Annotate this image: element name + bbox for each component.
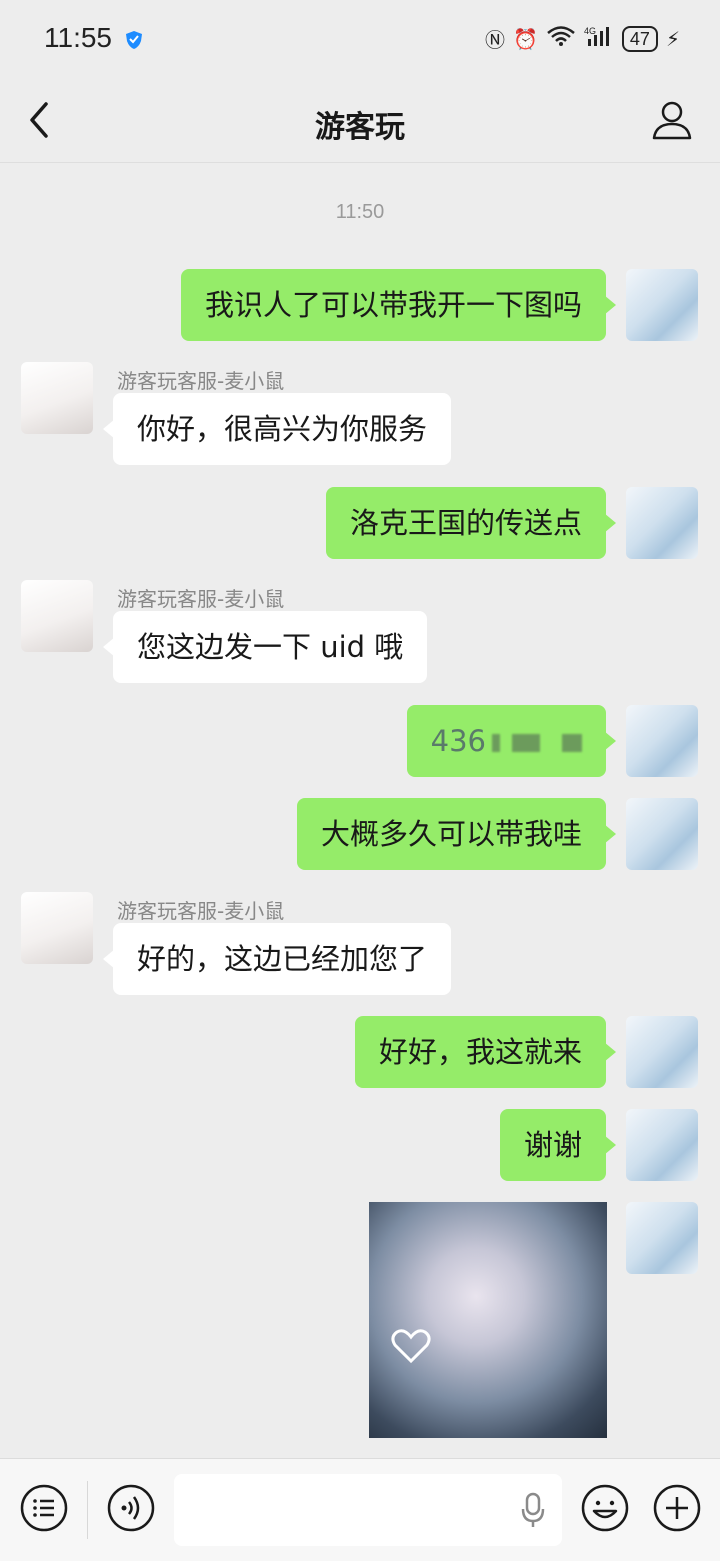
signal-icon: 4G [584, 25, 614, 52]
input-bar [0, 1458, 720, 1561]
message-bubble-sent[interactable]: 好好，我这就来 [354, 1016, 617, 1088]
uid-text: 436 [430, 724, 486, 758]
list-icon[interactable] [19, 1483, 69, 1533]
nfc-icon: Ⓝ [485, 28, 506, 52]
heart-icon [391, 1329, 431, 1364]
message-list[interactable]: 11:50 我识人了可以带我开一下图吗 游客玩客服-麦小鼠 你好，很高兴为你服务… [0, 163, 720, 1457]
message-timestamp: 11:50 [335, 201, 385, 223]
svg-text:4G: 4G [584, 26, 596, 36]
message-bubble-received[interactable]: 你好，很高兴为你服务 [102, 393, 452, 465]
cs-avatar[interactable] [21, 892, 93, 964]
cs-avatar[interactable] [21, 362, 93, 434]
charging-icon: ⚡ [665, 26, 680, 51]
voice-icon[interactable] [106, 1483, 156, 1533]
my-avatar[interactable] [626, 269, 698, 341]
user-icon[interactable] [650, 98, 694, 142]
message-bubble-sent-uid[interactable]: 436 [406, 705, 617, 777]
message-bubble-sent[interactable]: 我识人了可以带我开一下图吗 [180, 269, 617, 341]
alarm-icon: ⏰ [513, 26, 538, 51]
my-avatar[interactable] [626, 1202, 698, 1274]
redaction-mark [492, 734, 500, 752]
shield-icon [126, 31, 142, 49]
plus-icon[interactable] [652, 1483, 702, 1533]
sender-name: 游客玩客服-麦小鼠 [117, 587, 285, 611]
my-avatar[interactable] [626, 487, 698, 559]
message-bubble-sent[interactable]: 谢谢 [499, 1109, 617, 1181]
sender-name: 游客玩客服-麦小鼠 [117, 899, 285, 923]
redaction-mark [562, 734, 582, 752]
wifi-icon [546, 25, 576, 52]
status-time: 11:55 [44, 22, 112, 53]
my-avatar[interactable] [626, 1109, 698, 1181]
message-input[interactable] [174, 1474, 562, 1546]
message-bubble-sent[interactable]: 大概多久可以带我哇 [296, 798, 617, 870]
redaction-mark [512, 734, 540, 752]
message-bubble-received[interactable]: 好的，这边已经加您了 [102, 923, 452, 995]
emoji-icon[interactable] [580, 1483, 630, 1533]
status-bar: 11:55 Ⓝ ⏰ 4G 47 ⚡ [0, 0, 720, 80]
image-message[interactable] [369, 1202, 607, 1438]
cs-avatar[interactable] [21, 580, 93, 652]
sender-name: 游客玩客服-麦小鼠 [117, 369, 285, 393]
mic-icon[interactable] [520, 1492, 546, 1530]
my-avatar[interactable] [626, 1016, 698, 1088]
status-icons: Ⓝ ⏰ 4G 47 ⚡ [485, 24, 680, 53]
message-bubble-received[interactable]: 您这边发一下 uid 哦 [102, 611, 428, 683]
divider [87, 1481, 88, 1539]
my-avatar[interactable] [626, 798, 698, 870]
my-avatar[interactable] [626, 705, 698, 777]
chat-header: 游客玩 [0, 80, 720, 163]
chat-title: 游客玩 [315, 110, 405, 145]
battery-indicator: 47 [621, 25, 658, 52]
message-bubble-sent[interactable]: 洛克王国的传送点 [325, 487, 617, 559]
